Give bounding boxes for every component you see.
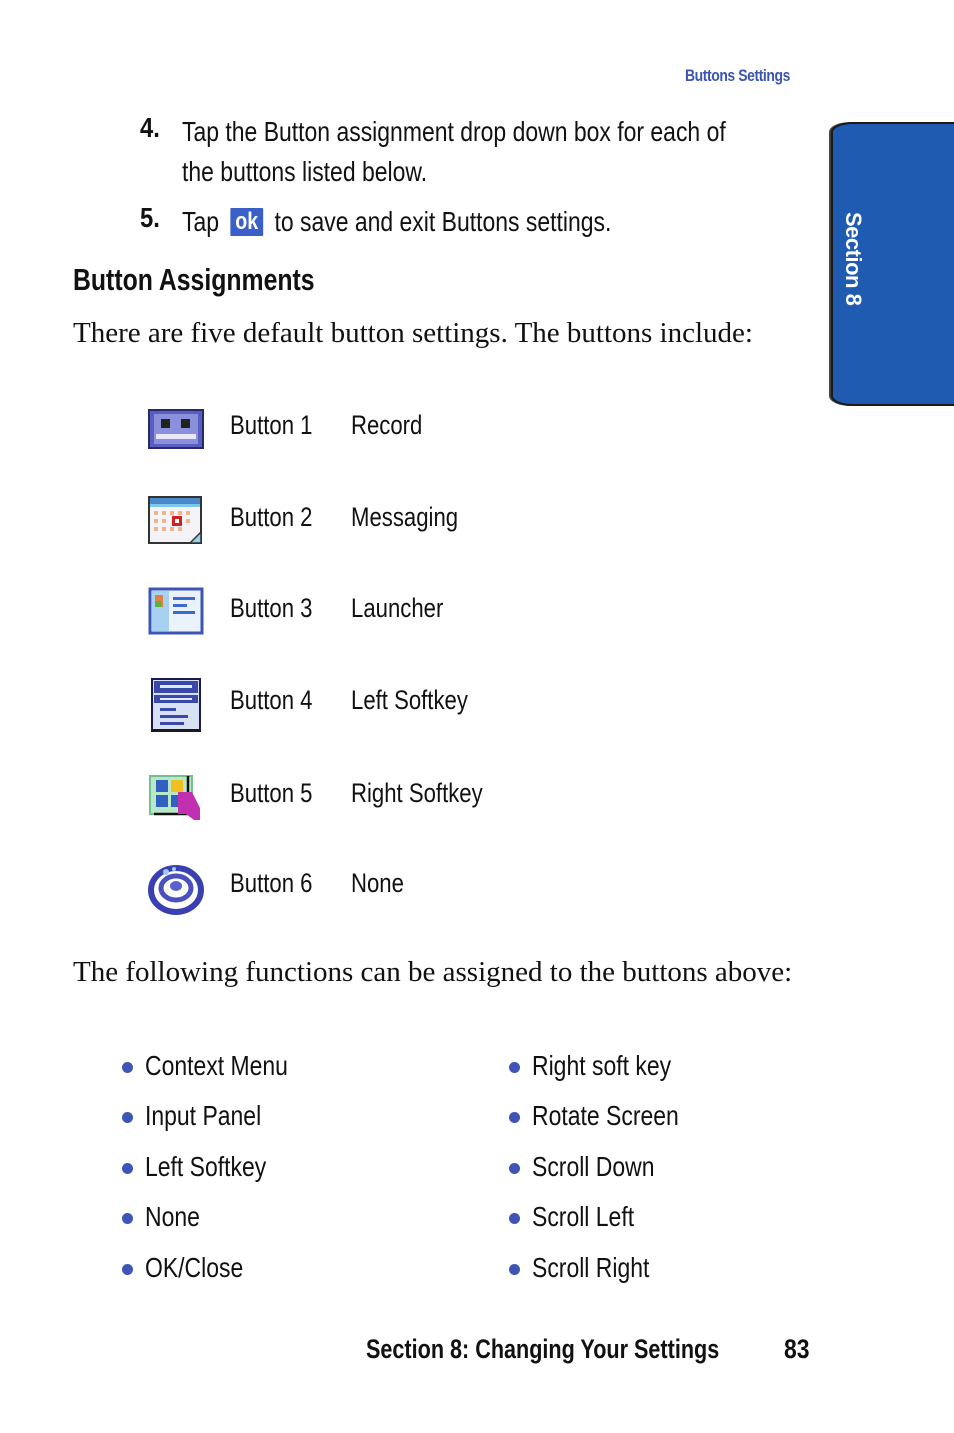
button-name: Button 1 [230, 410, 313, 440]
button-name: Button 3 [230, 593, 313, 623]
bullet-icon [122, 1163, 133, 1174]
bullet-icon [122, 1112, 133, 1123]
list-item-label: Context Menu [145, 1050, 288, 1081]
button-row: Button 3 Launcher [148, 585, 648, 641]
list-item-label: None [145, 1201, 200, 1232]
page-number: 83 [784, 1334, 810, 1364]
list-icon [151, 678, 201, 732]
section-tab-label: Section 8 [841, 212, 866, 306]
list-item-label: Rotate Screen [532, 1100, 679, 1131]
functions-intro-paragraph: The following functions can be assigned … [73, 956, 793, 988]
bullet-icon [509, 1163, 520, 1174]
step-text: Tap ok to save and exit Buttons settings… [182, 202, 611, 242]
button-name: Button 4 [230, 685, 313, 715]
list-item-label: Right soft key [532, 1050, 672, 1081]
list-item-label: Input Panel [145, 1100, 262, 1131]
bullet-icon [509, 1264, 520, 1275]
contacts-icon [148, 587, 204, 635]
list-item-label: Scroll Down [532, 1151, 655, 1182]
button-name: Button 2 [230, 502, 313, 532]
list-item-label: OK/Close [145, 1252, 244, 1283]
button-name: Button 6 [230, 868, 313, 898]
calendar-icon [148, 496, 202, 544]
step-text-after: to save and exit Buttons settings. [274, 206, 612, 237]
button-row: Button 5 Right Softkey [148, 770, 648, 826]
button-value: Left Softkey [351, 685, 468, 715]
footer-title: Section 8: Changing Your Settings [366, 1334, 720, 1364]
running-head: Buttons Settings [685, 66, 790, 85]
button-row: Button 4 Left Softkey [148, 677, 648, 733]
button-value: Right Softkey [351, 778, 483, 808]
swirl-icon [148, 865, 204, 915]
bullet-icon [509, 1112, 520, 1123]
start-menu-icon [149, 775, 200, 820]
button-value: None [351, 868, 404, 898]
button-value: Record [351, 410, 423, 440]
step-text-before: Tap [182, 206, 220, 237]
step-text-line2: the buttons listed below. [182, 156, 428, 187]
button-row: Button 1 Record [148, 402, 648, 458]
bullet-icon [122, 1264, 133, 1275]
bullet-icon [122, 1213, 133, 1224]
button-row: Button 6 None [148, 860, 648, 916]
bullet-icon [122, 1062, 133, 1073]
record-icon [148, 409, 204, 449]
list-item-label: Scroll Right [532, 1252, 650, 1283]
button-row: Button 2 Messaging [148, 494, 648, 550]
list-item-label: Left Softkey [145, 1151, 267, 1182]
bullet-icon [509, 1062, 520, 1073]
step-number: 5. [140, 202, 160, 233]
intro-paragraph: There are five default button settings. … [73, 317, 753, 349]
button-value: Launcher [351, 593, 444, 623]
button-value: Messaging [351, 502, 459, 532]
step-text-line1: Tap the Button assignment drop down box … [182, 116, 726, 147]
bullet-icon [509, 1213, 520, 1224]
step-number: 4. [140, 112, 160, 143]
section-heading: Button Assignments [73, 262, 315, 297]
button-name: Button 5 [230, 778, 313, 808]
ok-button-icon: ok [230, 208, 264, 236]
list-item-label: Scroll Left [532, 1201, 635, 1232]
